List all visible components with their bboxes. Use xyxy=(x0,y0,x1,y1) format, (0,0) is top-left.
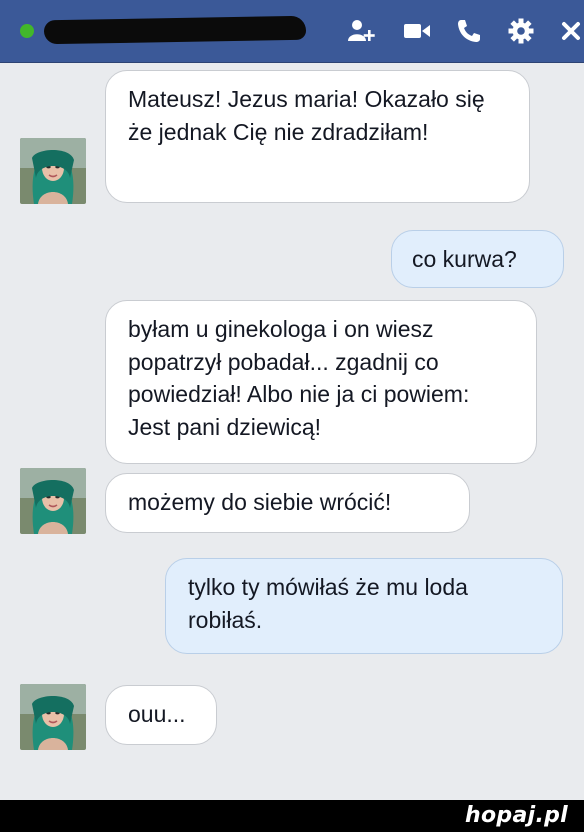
contact-avatar[interactable] xyxy=(20,138,86,204)
message-bubble-incoming[interactable]: Mateusz! Jezus maria! Okazało się że jed… xyxy=(105,70,530,203)
message-bubble-outgoing[interactable]: co kurwa? xyxy=(391,230,564,288)
message-text: możemy do siebie wrócić! xyxy=(128,489,392,515)
message-bubble-incoming[interactable]: możemy do siebie wrócić! xyxy=(105,473,470,533)
close-icon[interactable] xyxy=(558,17,584,45)
message-text: tylko ty mówiłaś że mu loda robiłaś. xyxy=(188,574,468,633)
contact-name-redacted[interactable] xyxy=(43,15,307,45)
watermark-logo: hopaj.pl xyxy=(465,803,568,828)
phone-icon[interactable] xyxy=(454,17,484,45)
message-bubble-outgoing[interactable]: tylko ty mówiłaś że mu loda robiłaś. xyxy=(165,558,563,654)
contact-avatar[interactable] xyxy=(20,684,86,750)
chat-header xyxy=(0,0,584,63)
contact-avatar[interactable] xyxy=(20,468,86,534)
message-text: byłam u ginekologa i on wiesz popatrzył … xyxy=(128,316,470,440)
video-call-icon[interactable] xyxy=(402,17,432,45)
message-bubble-incoming[interactable]: ouu... xyxy=(105,685,217,745)
online-status-icon xyxy=(20,24,34,38)
add-person-icon[interactable] xyxy=(346,17,376,45)
message-text: ouu... xyxy=(128,701,186,727)
message-text: co kurwa? xyxy=(412,246,517,272)
message-thread[interactable]: Mateusz! Jezus maria! Okazało się że jed… xyxy=(0,63,584,800)
settings-gear-icon[interactable] xyxy=(506,17,536,45)
message-text: Mateusz! Jezus maria! Okazało się że jed… xyxy=(128,86,485,145)
footer-bar: hopaj.pl xyxy=(0,800,584,832)
message-bubble-incoming[interactable]: byłam u ginekologa i on wiesz popatrzył … xyxy=(105,300,537,464)
